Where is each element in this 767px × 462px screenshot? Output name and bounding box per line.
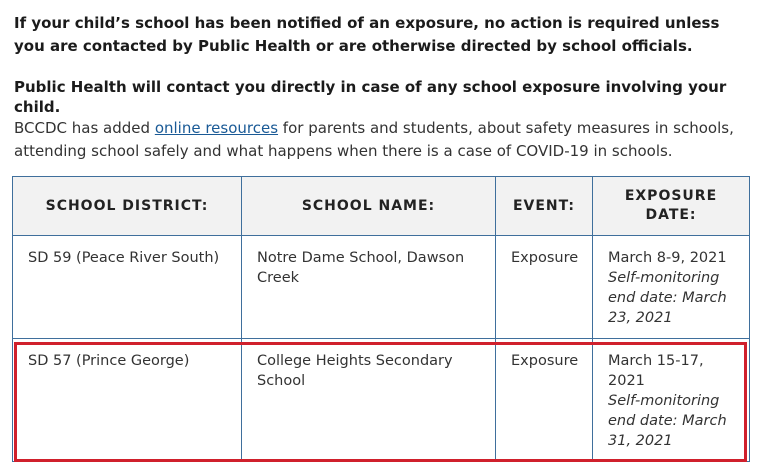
header-school-name: SCHOOL NAME:: [241, 176, 496, 236]
cell-district: SD 57 (Prince George): [12, 338, 242, 462]
self-monitoring-end: Self-monitoring end date: March 31, 2021: [608, 393, 727, 449]
exposure-date: March 8-9, 2021: [608, 250, 727, 266]
cell-district: SD 59 (Peace River South): [12, 235, 242, 339]
table-row: SD 57 (Prince George) College Heights Se…: [12, 338, 750, 462]
resources-paragraph: BCCDC has added online resources for par…: [14, 117, 754, 163]
self-monitoring-end: Self-monitoring end date: March 23, 2021: [608, 270, 727, 326]
table-header-row: SCHOOL DISTRICT: SCHOOL NAME: EVENT: EXP…: [12, 176, 750, 236]
header-school-district: SCHOOL DISTRICT:: [12, 176, 242, 236]
exposure-date: March 15-17, 2021: [608, 353, 704, 389]
table-row: SD 59 (Peace River South) Notre Dame Sch…: [12, 235, 750, 339]
resources-text-before: BCCDC has added: [14, 119, 155, 137]
cell-exposure-date: March 15-17, 2021 Self-monitoring end dat…: [592, 338, 750, 462]
exposure-notice: If your child’s school has been notified…: [14, 14, 720, 55]
cell-school: Notre Dame School, Dawson Creek: [241, 235, 496, 339]
header-exposure-date: EXPOSURE DATE:: [592, 176, 750, 236]
public-health-contact: Public Health will contact you directly …: [14, 78, 727, 116]
cell-school: College Heights Secondary School: [241, 338, 496, 462]
cell-event: Exposure: [495, 235, 593, 339]
cell-exposure-date: March 8-9, 2021 Self-monitoring end date:…: [592, 235, 750, 339]
header-event: EVENT:: [495, 176, 593, 236]
school-exposures-table: SCHOOL DISTRICT: SCHOOL NAME: EVENT: EXP…: [12, 176, 750, 462]
cell-event: Exposure: [495, 338, 593, 462]
online-resources-link[interactable]: online resources: [155, 119, 278, 137]
